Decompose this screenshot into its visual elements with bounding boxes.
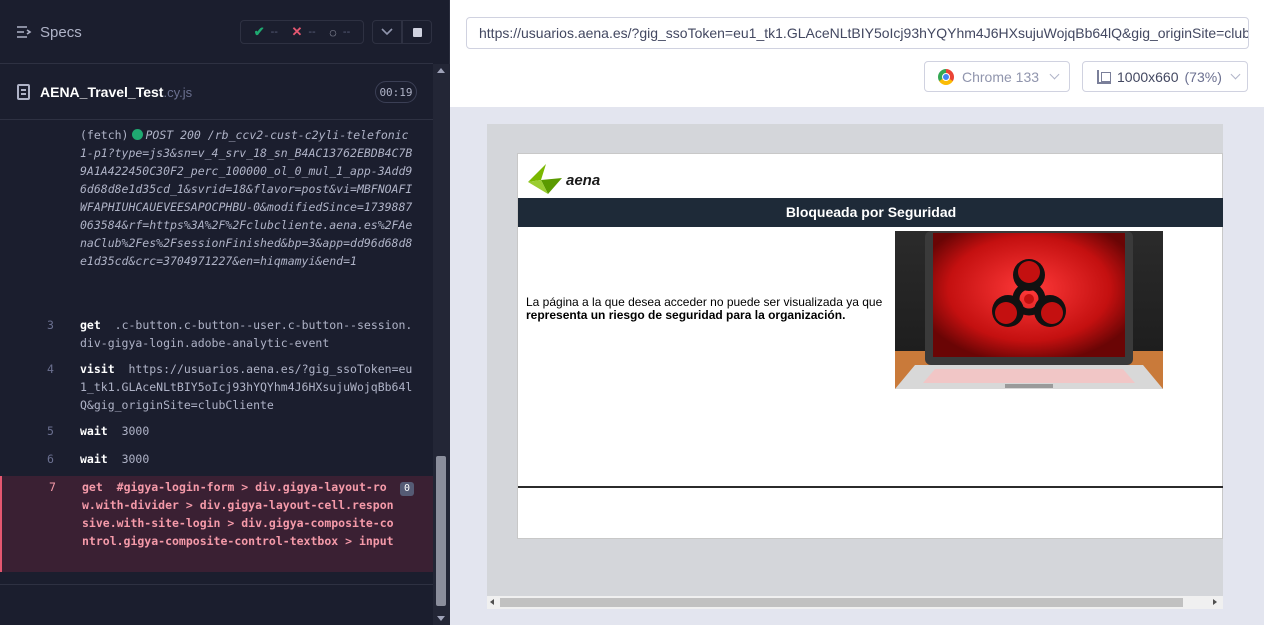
- command-arg: .c-button.c-button--user.c-button--sessi…: [80, 318, 413, 350]
- failed-count: --: [308, 26, 316, 38]
- aut-header: https://usuarios.aena.es/?gig_ssoToken=e…: [450, 0, 1264, 107]
- specs-title[interactable]: Specs: [40, 24, 82, 41]
- test-stats: ✔ -- ✕ -- ◌ --: [240, 20, 364, 44]
- passed-stat: ✔ --: [254, 24, 278, 40]
- url-bar[interactable]: https://usuarios.aena.es/?gig_ssoToken=e…: [466, 17, 1249, 49]
- aena-logo: aena: [526, 158, 636, 198]
- scroll-thumb[interactable]: [500, 598, 1183, 607]
- pending-count: --: [342, 26, 351, 38]
- command-arg: 3000: [121, 424, 150, 438]
- command-name: visit: [80, 362, 115, 376]
- stop-button[interactable]: [402, 20, 432, 44]
- scroll-down-icon[interactable]: [437, 616, 445, 621]
- browser-selector[interactable]: Chrome 133: [924, 61, 1070, 92]
- viewport-size: 1000x660: [1117, 68, 1179, 85]
- spec-file-extension: .cy.js: [163, 85, 193, 100]
- reporter-panel: Specs ✔ -- ✕ -- ◌ -- AENA_Travel_Test.cy…: [0, 0, 450, 625]
- duration-badge: 00:19: [375, 81, 417, 103]
- chrome-icon: [938, 68, 954, 85]
- command-text: wait 3000: [80, 450, 415, 468]
- passed-count: --: [270, 26, 278, 38]
- scroll-up-icon[interactable]: [437, 68, 445, 73]
- logo-text: aena: [566, 171, 601, 189]
- page-divider: [518, 486, 1223, 488]
- command-number: 4: [47, 362, 54, 376]
- specs-list-icon[interactable]: [16, 25, 32, 39]
- command-text: get #gigya-login-form > div.gigya-layout…: [82, 478, 394, 550]
- command-text: visit https://usuarios.aena.es/?gig_ssoT…: [80, 360, 415, 414]
- command-7-failed[interactable]: 7 get #gigya-login-form > div.gigya-layo…: [0, 476, 433, 572]
- command-name: wait: [80, 452, 108, 466]
- x-icon: ✕: [291, 24, 303, 39]
- aut-iframe: aena Bloqueada por Seguridad La página a…: [487, 124, 1223, 609]
- pending-icon: ◌: [329, 24, 337, 40]
- divider: [0, 584, 433, 585]
- failed-stat: ✕ --: [291, 24, 315, 40]
- cypress-runner: Specs ✔ -- ✕ -- ◌ -- AENA_Travel_Test.cy…: [0, 0, 1264, 625]
- command-text: get .c-button.c-button--user.c-button--s…: [80, 316, 415, 352]
- command-number: 5: [47, 424, 54, 438]
- spec-file-name: AENA_Travel_Test.cy.js: [40, 84, 192, 100]
- browser-label: Chrome 133: [962, 68, 1040, 85]
- command-name: get: [82, 480, 103, 494]
- specs-header: Specs ✔ -- ✕ -- ◌ --: [0, 0, 433, 64]
- command-text: wait 3000: [80, 422, 415, 440]
- command-number: 3: [47, 318, 54, 332]
- scroll-right-icon[interactable]: [1213, 599, 1217, 605]
- message-line-2: representa un riesgo de seguridad para l…: [526, 308, 846, 322]
- command-arg: https://usuarios.aena.es/?gig_ssoToken=e…: [80, 362, 413, 412]
- viewport-scale: (73%): [1184, 68, 1222, 85]
- command-arg: 3000: [121, 452, 150, 466]
- pending-stat: ◌ --: [329, 25, 350, 40]
- element-count-badge: 0: [400, 482, 414, 496]
- command-name: wait: [80, 424, 108, 438]
- options-button[interactable]: [372, 20, 402, 44]
- fetch-method-status: POST 200: [145, 128, 201, 142]
- spec-file-row[interactable]: AENA_Travel_Test.cy.js 00:19: [0, 65, 433, 120]
- command-number: 6: [47, 452, 54, 466]
- block-message: La página a la que desea acceder no pued…: [526, 296, 886, 322]
- chevron-down-icon: [1230, 69, 1241, 80]
- file-icon: [17, 84, 30, 100]
- spec-file-basename: AENA_Travel_Test: [40, 84, 164, 100]
- command-name: get: [80, 318, 101, 332]
- biohazard-laptop-image: [895, 231, 1163, 389]
- command-arg: #gigya-login-form > div.gigya-layout-row…: [82, 480, 394, 548]
- page-title-banner: Bloqueada por Seguridad: [518, 198, 1223, 227]
- command-log: (fetch) POST 200 /rb_ccv2-cust-c2yli-tele…: [0, 120, 433, 625]
- stop-icon: [412, 27, 422, 37]
- blocked-page: aena Bloqueada por Seguridad La página a…: [517, 153, 1223, 539]
- command-number: 7: [49, 480, 56, 494]
- status-dot-icon: [132, 129, 144, 140]
- viewport-info[interactable]: 1000x660 (73%): [1082, 61, 1248, 92]
- iframe-horizontal-scrollbar[interactable]: [487, 596, 1223, 609]
- scroll-thumb[interactable]: [436, 456, 446, 606]
- fetch-url: /rb_ccv2-cust-c2yli-telefonic1-p1?type=j…: [80, 128, 413, 268]
- fetch-prefix: (fetch): [80, 128, 129, 142]
- chevron-down-icon: [381, 28, 393, 36]
- reporter-scrollbar[interactable]: [433, 64, 450, 625]
- app-under-test-panel: https://usuarios.aena.es/?gig_ssoToken=e…: [450, 0, 1264, 625]
- aena-logo-icon: [528, 164, 562, 194]
- fetch-command-text: (fetch) POST 200 /rb_ccv2-cust-c2yli-tele…: [80, 126, 415, 270]
- scroll-left-icon[interactable]: [490, 599, 494, 605]
- check-icon: ✔: [253, 24, 265, 39]
- ruler-icon: [1097, 69, 1111, 84]
- chevron-down-icon: [1049, 69, 1060, 80]
